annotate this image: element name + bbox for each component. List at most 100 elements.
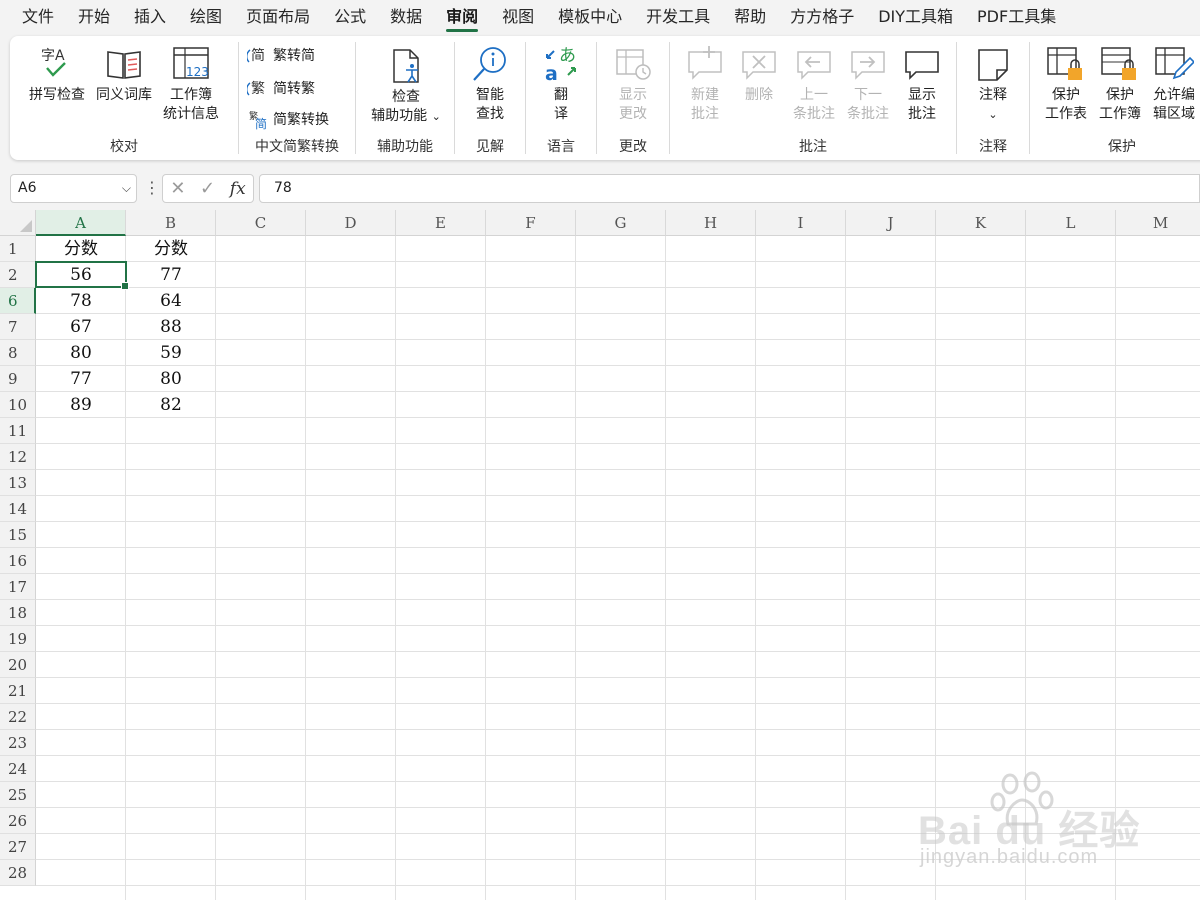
enter-icon[interactable]: ✓	[200, 178, 215, 199]
row-header[interactable]: 17	[0, 574, 36, 600]
row-header[interactable]: 11	[0, 418, 36, 444]
check-accessibility-button[interactable]: 检查 辅助功能 ⌄	[364, 46, 448, 126]
column-header[interactable]: K	[936, 210, 1026, 236]
table-cell[interactable]: 59	[126, 340, 216, 366]
allow-edit-ranges-button[interactable]: 允许编 辑区域	[1148, 44, 1200, 124]
column-header[interactable]: L	[1026, 210, 1116, 236]
notes-button[interactable]: 注释 ⌄	[971, 44, 1015, 124]
table-cell[interactable]: 64	[126, 288, 216, 314]
row-header[interactable]: 1	[0, 236, 36, 262]
protect-workbook-button[interactable]: 保护 工作簿	[1094, 44, 1146, 124]
table-cell[interactable]: 78	[36, 288, 126, 314]
table-cell[interactable]: 89	[36, 392, 126, 418]
column-header[interactable]: A	[36, 210, 126, 236]
row-header[interactable]: 26	[0, 808, 36, 834]
svg-text:123: 123	[186, 65, 209, 79]
table-cell[interactable]: 77	[126, 262, 216, 288]
more-options-icon[interactable]: ⋮	[144, 178, 160, 198]
row-header[interactable]: 6	[0, 288, 36, 314]
smart-lookup-button[interactable]: 智能 查找	[467, 44, 513, 124]
row-header[interactable]: 8	[0, 340, 36, 366]
table-cell[interactable]: 分数	[36, 236, 126, 262]
spell-check-button[interactable]: 字A 拼写检查	[24, 44, 90, 105]
row-header[interactable]: 19	[0, 626, 36, 652]
traditional-to-simplified-button[interactable]: 简 繁转简	[247, 44, 315, 66]
row-header[interactable]: 9	[0, 366, 36, 392]
row-header[interactable]: 18	[0, 600, 36, 626]
group-label-accessibility: 辅助功能	[377, 139, 433, 155]
column-header[interactable]: J	[846, 210, 936, 236]
menu-tab[interactable]: DIY工具箱	[866, 0, 965, 34]
menu-tab[interactable]: 模板中心	[546, 0, 634, 34]
column-header[interactable]: B	[126, 210, 216, 236]
protect-sheet-button[interactable]: 保护 工作表	[1040, 44, 1092, 124]
row-header[interactable]: 12	[0, 444, 36, 470]
translate-button[interactable]: あa 翻 译	[540, 44, 582, 124]
column-header[interactable]: M	[1116, 210, 1200, 236]
row-header[interactable]: 23	[0, 730, 36, 756]
show-comments-button[interactable]: 显示 批注	[900, 44, 944, 124]
table-cell[interactable]: 80	[36, 340, 126, 366]
row-header[interactable]: 24	[0, 756, 36, 782]
menu-tab[interactable]: 数据	[378, 0, 434, 34]
row-header[interactable]: 10	[0, 392, 36, 418]
row-header[interactable]: 20	[0, 652, 36, 678]
menu-tab[interactable]: 插入	[122, 0, 178, 34]
menu-tab[interactable]: 方方格子	[778, 0, 866, 34]
name-box[interactable]: A6 ⌵	[10, 174, 137, 203]
show-changes-button[interactable]: 显示 更改	[611, 44, 655, 124]
row-header[interactable]: 14	[0, 496, 36, 522]
row-header[interactable]: 25	[0, 782, 36, 808]
previous-comment-button[interactable]: 上一 条批注	[790, 44, 838, 124]
delete-comment-label: 删除	[745, 87, 773, 103]
column-header[interactable]: H	[666, 210, 756, 236]
column-header[interactable]: F	[486, 210, 576, 236]
menu-tab[interactable]: 页面布局	[234, 0, 322, 34]
menu-tab[interactable]: 视图	[490, 0, 546, 34]
row-headers: 1 2 6 7 8 9 10 11 12 13 14 15 16 17 18 19 20 21 22 23 24 25 26…	[0, 236, 36, 886]
baidu-jingyan-watermark: Bai du 经验 jingyan.baidu.com	[918, 770, 1148, 880]
cancel-icon[interactable]: ✕	[170, 178, 185, 199]
column-header[interactable]: E	[396, 210, 486, 236]
row-header[interactable]: 27	[0, 834, 36, 860]
table-cell[interactable]: 82	[126, 392, 216, 418]
row-header[interactable]: 16	[0, 548, 36, 574]
menu-tab[interactable]: 文件	[10, 0, 66, 34]
formula-input[interactable]: 78	[259, 174, 1200, 203]
menu-tab[interactable]: 绘图	[178, 0, 234, 34]
row-header[interactable]: 28	[0, 860, 36, 886]
menu-tab[interactable]: 帮助	[722, 0, 778, 34]
menu-tab[interactable]: 开始	[66, 0, 122, 34]
column-header[interactable]: D	[306, 210, 396, 236]
row-header[interactable]: 21	[0, 678, 36, 704]
table-cell[interactable]: 80	[126, 366, 216, 392]
workbook-statistics-button[interactable]: 123 工作簿 统计信息	[158, 44, 224, 124]
delete-comment-button[interactable]: 删除	[736, 44, 782, 105]
table-cell[interactable]: 77	[36, 366, 126, 392]
table-cell[interactable]: 67	[36, 314, 126, 340]
row-header[interactable]: 2	[0, 262, 36, 288]
active-cell-cursor	[35, 261, 129, 290]
new-comment-button[interactable]: 新建 批注	[682, 44, 728, 124]
table-cell[interactable]: 分数	[126, 236, 216, 262]
thesaurus-button[interactable]: 同义词库	[92, 44, 156, 105]
chevron-down-icon[interactable]: ⌵	[122, 175, 131, 202]
column-header[interactable]: C	[216, 210, 306, 236]
chinese-conversion-button[interactable]: 繁简 简繁转换	[247, 108, 329, 130]
simplified-to-traditional-button[interactable]: 繁 简转繁	[247, 77, 315, 99]
menu-tab[interactable]: 公式	[322, 0, 378, 34]
menu-tab[interactable]: PDF工具集	[965, 0, 1068, 34]
next-comment-button[interactable]: 下一 条批注	[844, 44, 892, 124]
table-cell[interactable]: 88	[126, 314, 216, 340]
svg-text:繁: 繁	[251, 81, 265, 97]
menu-tab[interactable]: 开发工具	[634, 0, 722, 34]
row-header[interactable]: 22	[0, 704, 36, 730]
column-header[interactable]: G	[576, 210, 666, 236]
select-all-button[interactable]	[0, 210, 36, 236]
row-header[interactable]: 13	[0, 470, 36, 496]
insert-function-icon[interactable]: fx	[230, 179, 246, 199]
row-header[interactable]: 15	[0, 522, 36, 548]
column-header[interactable]: I	[756, 210, 846, 236]
menu-tab[interactable]: 审阅	[434, 0, 490, 34]
row-header[interactable]: 7	[0, 314, 36, 340]
